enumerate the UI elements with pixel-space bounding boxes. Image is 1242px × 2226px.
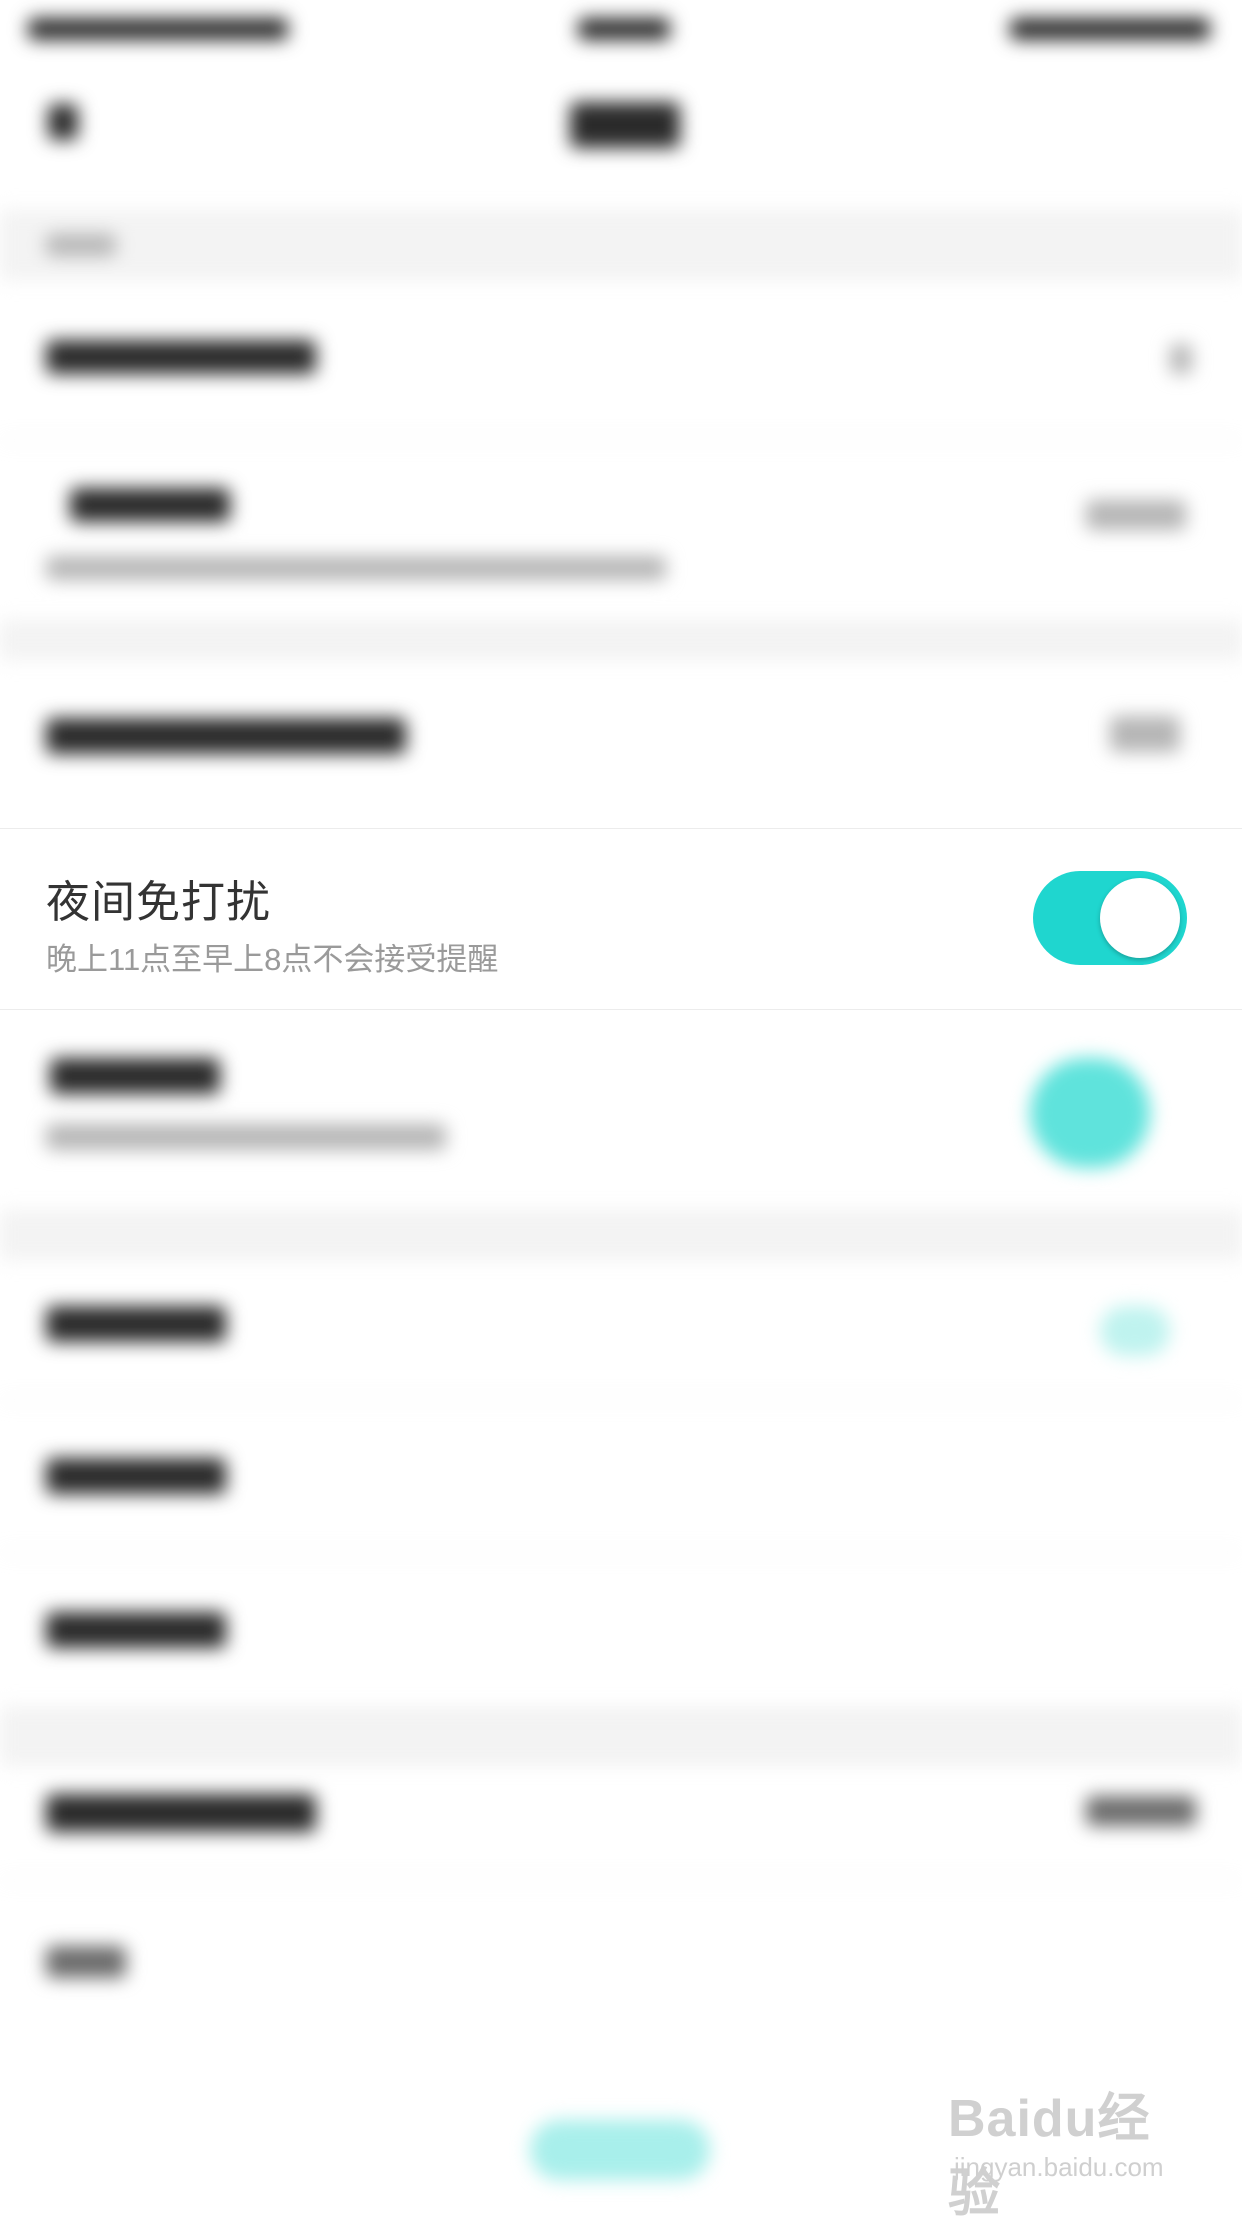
- row-9-value: [1086, 1796, 1196, 1826]
- row-2-title[interactable]: [70, 488, 230, 522]
- row-3-title[interactable]: [46, 718, 406, 754]
- back-icon[interactable]: [48, 104, 78, 140]
- section-header: [0, 210, 1242, 280]
- group-gap-2: [0, 1210, 1242, 1260]
- nav-title: [570, 102, 680, 148]
- status-bar-right: [1010, 18, 1210, 40]
- row-6-title[interactable]: [46, 1306, 226, 1342]
- row-1-title[interactable]: [46, 340, 316, 374]
- row-2-value: [1086, 500, 1186, 530]
- bottom-action-button[interactable]: [530, 2120, 710, 2180]
- row-7-title[interactable]: [46, 1458, 226, 1494]
- night-dnd-subtitle: 晚上11点至早上8点不会接受提醒: [46, 942, 499, 977]
- row-6-badge: [1100, 1306, 1170, 1356]
- row-5-subtitle: [46, 1124, 446, 1150]
- row-5-title[interactable]: [50, 1058, 220, 1094]
- divider: [0, 440, 1242, 441]
- divider: [0, 1400, 1242, 1401]
- toggle-knob: [1100, 878, 1180, 958]
- watermark-logo: Baidu经验: [948, 2090, 1151, 2223]
- section-header-label: [46, 234, 116, 256]
- night-dnd-toggle[interactable]: [1033, 871, 1187, 965]
- row-9-title[interactable]: [46, 1794, 316, 1832]
- night-dnd-title: 夜间免打扰: [46, 878, 271, 927]
- baidu-watermark: Baidu经验 jingyan.baidu.com: [948, 2076, 1188, 2223]
- divider: [0, 1552, 1242, 1553]
- row-5-toggle[interactable]: [1030, 1058, 1150, 1168]
- watermark-url: jingyan.baidu.com: [954, 2152, 1164, 2182]
- status-bar-time: [578, 18, 670, 40]
- divider: [0, 1880, 1242, 1881]
- group-gap-3: [0, 1706, 1242, 1766]
- row-3-value: [1110, 716, 1180, 752]
- row-8-title[interactable]: [46, 1612, 226, 1648]
- row-1-chevron-icon: [1170, 344, 1192, 374]
- row-2-subtitle: [46, 556, 666, 580]
- group-gap: [0, 620, 1242, 660]
- status-bar-left: [28, 18, 288, 40]
- row-10-title[interactable]: [46, 1946, 126, 1978]
